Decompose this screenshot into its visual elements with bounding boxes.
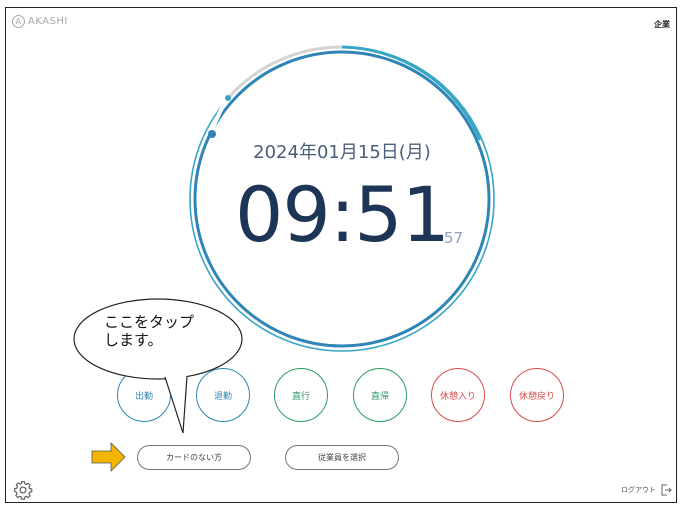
progress-teal-arc (341, 45, 482, 141)
clock-out-button[interactable]: 退勤 (196, 368, 250, 422)
direct-return-label: 直帰 (370, 391, 389, 402)
clock-in-label: 出勤 (134, 391, 153, 402)
logout-label: ログアウト (621, 486, 656, 494)
annotation-line-1: ここをタップ (104, 313, 195, 331)
break-end-label: 休憩戻り (518, 391, 555, 402)
select-employee-label: 従業員を選択 (318, 453, 366, 462)
progress-dot-small (225, 95, 231, 101)
annotation-text: ここをタップ します。 (104, 313, 214, 349)
current-seconds: 57 (444, 229, 464, 247)
break-end-button[interactable]: 休憩戻り (510, 368, 564, 422)
break-start-button[interactable]: 休憩入り (431, 368, 485, 422)
clock-in-button[interactable]: 出勤 (117, 368, 171, 422)
direct-go-label: 直行 (291, 391, 310, 402)
break-start-label: 休憩入り (439, 391, 476, 402)
no-card-button[interactable]: カードのない方 (137, 445, 251, 470)
direct-go-button[interactable]: 直行 (274, 368, 328, 422)
annotation-line-2: します。 (104, 331, 163, 349)
no-card-label: カードのない方 (166, 453, 222, 462)
settings-gear-icon[interactable] (13, 480, 33, 500)
progress-gap (209, 96, 230, 135)
current-date: 2024年01月15日(月) (253, 142, 431, 163)
logout-icon (661, 484, 672, 496)
direct-return-button[interactable]: 直帰 (353, 368, 407, 422)
logout-link[interactable]: ログアウト (621, 484, 672, 496)
select-employee-button[interactable]: 従業員を選択 (285, 445, 399, 470)
progress-dot-large (208, 130, 216, 138)
clock-out-label: 退勤 (213, 391, 232, 402)
